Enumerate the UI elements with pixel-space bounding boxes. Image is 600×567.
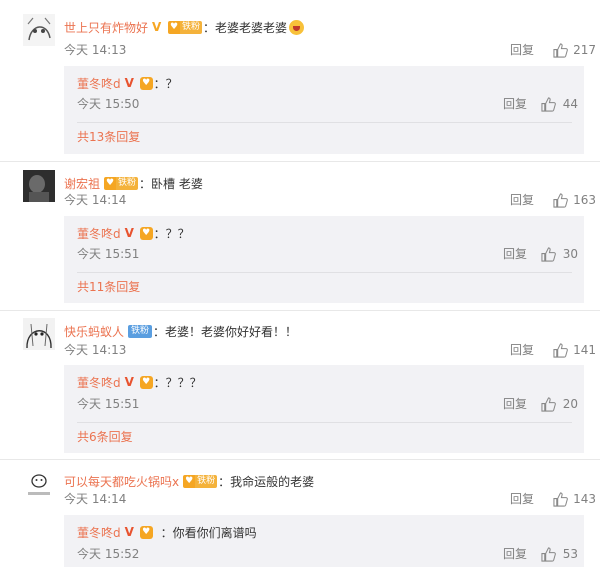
verified-v-icon: V [124,375,134,389]
comment-text: ：卧槽 老婆 [139,176,203,191]
verified-v-icon: V [152,20,162,34]
sub-username[interactable]: 董冬咚d [77,225,121,242]
sub-time: 今天 15:52 [77,547,140,561]
sub-like-button[interactable]: 53 [541,544,578,564]
reply-button[interactable]: 回复 [510,489,534,509]
sub-reply-button[interactable]: 回复 [503,244,527,264]
reply-button[interactable]: 回复 [510,340,534,360]
username[interactable]: 谢宏祖 [64,175,100,192]
like-button[interactable]: 141 [553,340,596,360]
sub-time: 今天 15:51 [77,247,140,261]
sub-reply-button[interactable]: 回复 [503,94,527,114]
comment-text: ：老婆！老婆你好好看！！ [153,324,298,339]
sub-like-button[interactable]: 30 [541,244,578,264]
divider [77,122,572,123]
divider [77,422,572,423]
fan-badge[interactable]: ♥ 铁粉 [104,176,139,190]
comment-time: 今天 14:13 [64,43,127,57]
more-replies-link[interactable]: 共6条回复 [77,427,133,447]
fan-badge[interactable]: ♥ 铁粉 [183,474,218,488]
sub-reply-box: 董冬咚d V ♥ ：？？？ 今天 15:51 回复 20 共6条回复 [64,365,584,453]
sub-text: ：？ [153,76,178,91]
comment-time: 今天 14:14 [64,193,127,207]
avatar[interactable] [23,170,55,202]
sub-like-button[interactable]: 44 [541,94,578,114]
like-count: 53 [562,547,578,561]
laugh-emoji-icon [289,19,305,35]
comment-time: 今天 14:13 [64,343,127,357]
fan-badge[interactable]: 铁粉 [128,324,153,338]
like-count: 217 [573,43,596,57]
username[interactable]: 可以每天都吃火锅吗x [64,473,179,490]
thumbs-up-icon [553,42,568,58]
thumbs-up-icon [553,491,568,507]
avatar[interactable] [23,14,55,46]
sub-reply-button[interactable]: 回复 [503,394,527,414]
heart-badge-icon: ♥ [139,76,153,90]
more-replies-link[interactable]: 共13条回复 [77,127,140,147]
verified-v-icon: V [124,525,134,539]
like-button[interactable]: 163 [553,190,596,210]
thumbs-up-icon [541,396,556,412]
like-count: 141 [573,343,596,357]
sub-text: ：？？ [153,226,190,241]
divider [0,459,600,460]
sub-username[interactable]: 董冬咚d [77,374,121,391]
like-button[interactable]: 143 [553,489,596,509]
like-count: 143 [573,492,596,506]
thumbs-up-icon [541,96,556,112]
username[interactable]: 世上只有炸物好 [64,19,148,36]
heart-badge-icon: ♥ [168,20,181,34]
thumbs-up-icon [553,192,568,208]
heart-badge-icon: ♥ [139,525,153,539]
like-count: 44 [562,97,578,111]
thumbs-up-icon [553,342,568,358]
heart-badge-icon: ♥ [139,226,153,240]
divider [0,161,600,162]
heart-badge-icon: ♥ [139,375,153,389]
sub-reply-button[interactable]: 回复 [503,544,527,564]
like-count: 163 [573,193,596,207]
fan-badge[interactable]: ♥ 铁粉 [168,20,203,34]
comment-time: 今天 14:14 [64,492,127,506]
sub-reply-box: 董冬咚d V ♥ ：你看你们离谱吗 今天 15:52 回复 53 [64,515,584,567]
like-count: 30 [562,247,578,261]
verified-v-icon: V [124,76,134,90]
reply-button[interactable]: 回复 [510,190,534,210]
username[interactable]: 快乐蚂蚁人 [64,323,124,340]
heart-badge-icon: ♥ [183,474,196,488]
thumbs-up-icon [541,546,556,562]
divider [77,272,572,273]
sub-like-button[interactable]: 20 [541,394,578,414]
verified-v-icon: V [124,226,134,240]
sub-reply-box: 董冬咚d V ♥ ：？？ 今天 15:51 回复 30 共11条回复 [64,216,584,303]
heart-badge-icon: ♥ [104,176,117,190]
sub-username[interactable]: 董冬咚d [77,524,121,541]
sub-text: ：你看你们离谱吗 [160,525,257,540]
comment-text: ：我命运般的老婆 [218,474,315,489]
divider [0,310,600,311]
sub-time: 今天 15:50 [77,97,140,111]
sub-text: ：？？？ [153,375,202,390]
avatar[interactable] [23,468,55,500]
reply-button[interactable]: 回复 [510,40,534,60]
sub-time: 今天 15:51 [77,397,140,411]
comment-text: ：老婆老婆老婆 [203,20,288,35]
avatar[interactable] [23,318,55,350]
sub-username[interactable]: 董冬咚d [77,75,121,92]
sub-reply-box: 董冬咚d V ♥ ：？ 今天 15:50 回复 44 共13条回复 [64,66,584,154]
like-button[interactable]: 217 [553,40,596,60]
like-count: 20 [562,397,578,411]
thumbs-up-icon [541,246,556,262]
more-replies-link[interactable]: 共11条回复 [77,277,140,297]
